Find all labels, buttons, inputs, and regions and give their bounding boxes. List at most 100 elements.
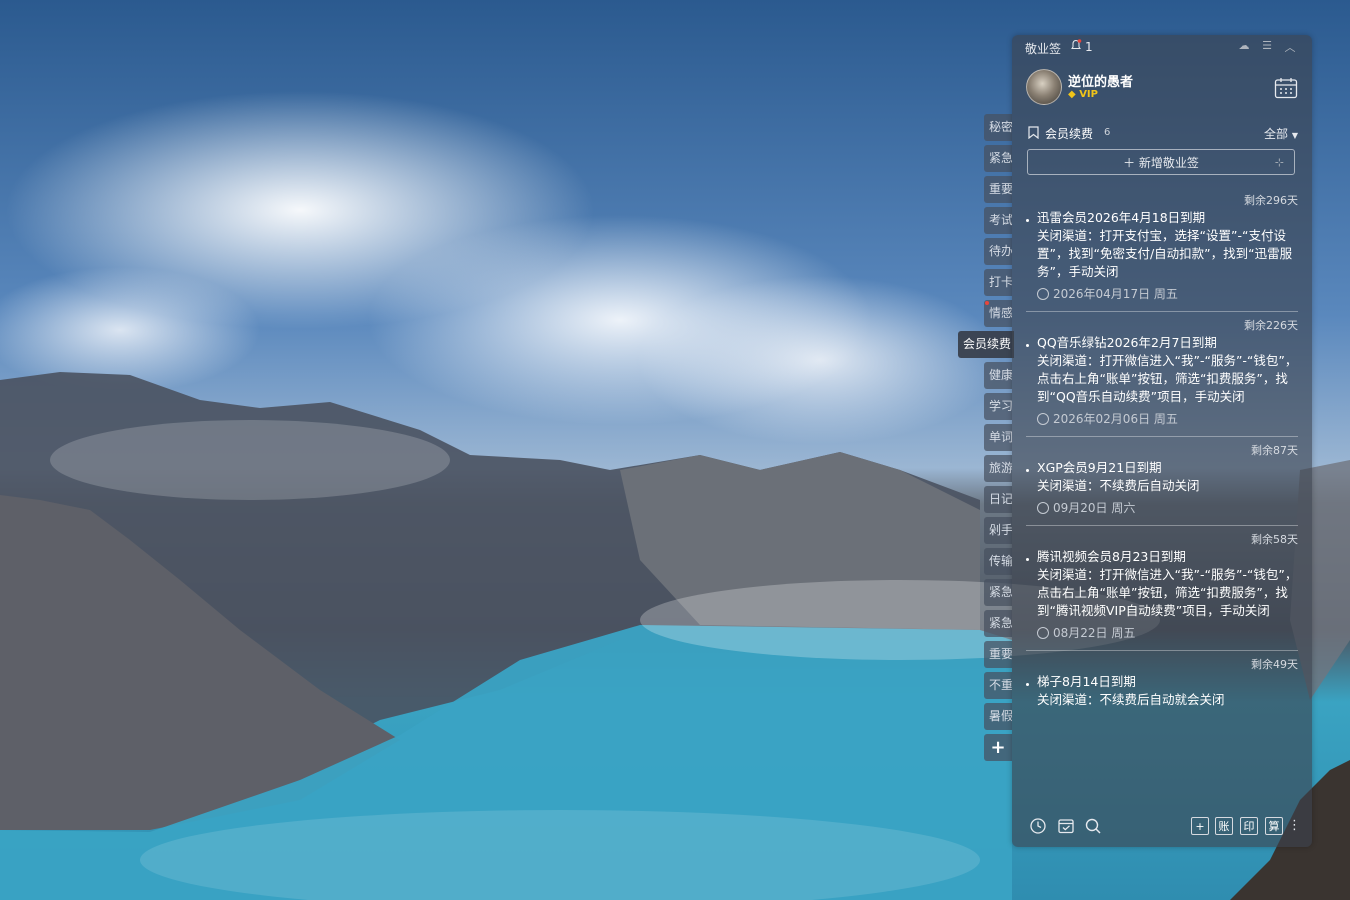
divider [1026, 525, 1298, 526]
calendar-check-icon[interactable] [1057, 817, 1075, 835]
bullet [1026, 683, 1029, 686]
notification-count: 1 [1085, 40, 1093, 54]
sticky-note-panel: 敬业签 1 ☁ ☰ ︿ 逆位的愚者 ◆ VIP 会员续费 6 全部 ▼ ＋ 新增… [1012, 35, 1312, 847]
reminder-date[interactable]: 2026年02月06日 周五 [1026, 410, 1298, 428]
bullet [1026, 344, 1029, 347]
reminder-date[interactable]: 2026年04月17日 周五 [1026, 285, 1298, 303]
note-title: 梯子8月14日到期 [1037, 674, 1136, 689]
tab-label: 打卡 [989, 275, 1012, 289]
add-category-button[interactable]: + [984, 734, 1012, 761]
tab-category[interactable]: 不重 [984, 672, 1012, 699]
reminder-date[interactable]: 08月22日 周五 [1026, 624, 1298, 642]
note-item[interactable]: 剩余296天迅雷会员2026年4月18日到期关闭渠道：打开支付宝，选择“设置”-… [1012, 193, 1312, 312]
tab-category[interactable]: 健康 [984, 362, 1012, 389]
tab-category[interactable]: 紧急 [984, 145, 1012, 172]
pin-icon[interactable]: ⊹ [1275, 150, 1284, 176]
tab-category[interactable]: 日记 [984, 486, 1012, 513]
cloud-sync-icon[interactable]: ☁ [1236, 39, 1252, 53]
tab-category[interactable]: 待办 [984, 238, 1012, 265]
tab-category[interactable]: 情感 [984, 300, 1012, 327]
print-button[interactable]: 印 [1240, 817, 1258, 835]
divider [1026, 436, 1298, 437]
note-title: QQ音乐绿钻2026年2月7日到期 [1037, 335, 1217, 350]
divider [1026, 650, 1298, 651]
vip-badge: ◆ VIP [1068, 89, 1098, 100]
category-name: 会员续费 [1045, 127, 1094, 141]
note-body: 关闭渠道：不续费后自动就会关闭 [1037, 692, 1225, 707]
add-icon[interactable]: + [1191, 817, 1209, 835]
tab-label: 紧急 [989, 585, 1012, 599]
note-item[interactable]: 剩余87天 XGP会员9月21日到期关闭渠道：不续费后自动关闭 09月20日 周六 [1012, 443, 1312, 526]
tab-label: 重要 [989, 647, 1012, 661]
note-item[interactable]: 剩余58天腾讯视频会员8月23日到期关闭渠道：打开微信进入“我”-“服务”-“钱… [1012, 532, 1312, 651]
tab-category[interactable]: 秘密 [984, 114, 1012, 141]
tab-category[interactable]: 打卡 [984, 269, 1012, 296]
bullet [1026, 219, 1029, 222]
collapse-icon[interactable]: ︿ [1282, 39, 1298, 54]
tab-label: 考试 [989, 213, 1012, 227]
tab-category[interactable]: 暑假 [984, 703, 1012, 730]
clock-icon [1037, 413, 1049, 425]
tab-category[interactable]: 考试 [984, 207, 1012, 234]
tab-active[interactable]: 会员续费 [958, 331, 1014, 358]
note-title: XGP会员9月21日到期 [1037, 460, 1162, 475]
avatar[interactable] [1026, 69, 1062, 105]
note-title: 迅雷会员2026年4月18日到期 [1037, 210, 1206, 225]
username: 逆位的愚者 [1068, 75, 1134, 90]
tab-category[interactable]: 学习 [984, 393, 1012, 420]
search-icon[interactable] [1084, 817, 1102, 835]
clock-icon[interactable] [1029, 817, 1047, 835]
more-icon[interactable]: ⋮ [1288, 817, 1301, 835]
note-body: 关闭渠道：打开支付宝，选择“设置”-“支付设置”，找到“免密支付/自动扣款”，找… [1037, 228, 1293, 279]
remaining-days: 剩余58天 [1251, 533, 1298, 546]
tab-label: 旅游 [989, 461, 1012, 475]
tab-category[interactable]: 单词 [984, 424, 1012, 451]
title-bar[interactable]: 敬业签 1 ☁ ☰ ︿ [1012, 35, 1312, 59]
note-body: 关闭渠道：不续费后自动关闭 [1037, 478, 1200, 493]
tab-category[interactable]: 传输 [984, 548, 1012, 575]
note-title: 腾讯视频会员8月23日到期 [1037, 549, 1186, 564]
note-item[interactable]: 剩余226天 QQ音乐绿钻2026年2月7日到期关闭渠道：打开微信进入“我”-“服… [1012, 318, 1312, 437]
tab-label: 传输 [989, 554, 1012, 568]
ledger-button[interactable]: 账 [1215, 817, 1233, 835]
remaining-days: 剩余226天 [1244, 319, 1298, 332]
caret-down-icon: ▼ [1291, 131, 1298, 140]
app-name: 敬业签 [1025, 42, 1062, 56]
tab-label: 剁手 [989, 523, 1012, 537]
category-tabs: 秘密 紧急 重要 考试 待办 打卡 情感 会员续费 健康 学习 单词 旅游 日记 剁手 传输 紧急 紧急 重要 不重… [958, 114, 1014, 765]
tab-category[interactable]: 重要 [984, 176, 1012, 203]
remaining-days: 剩余87天 [1251, 444, 1298, 457]
tab-category[interactable]: 旅游 [984, 455, 1012, 482]
tab-label: 秘密 [989, 120, 1012, 134]
tab-category[interactable]: 重要 [984, 641, 1012, 668]
filter-dropdown[interactable]: 全部 ▼ [1264, 125, 1298, 142]
clock-icon [1037, 627, 1049, 639]
tab-category[interactable]: 紧急 [984, 610, 1012, 637]
menu-icon[interactable]: ☰ [1259, 39, 1275, 53]
bell-icon[interactable] [1070, 39, 1082, 51]
bookmark-icon [1028, 126, 1039, 139]
tab-label: 日记 [989, 492, 1012, 506]
calendar-icon[interactable] [1274, 77, 1298, 99]
tab-category[interactable]: 剁手 [984, 517, 1012, 544]
unread-dot [985, 301, 989, 305]
tab-label: 情感 [989, 306, 1012, 320]
note-body: 关闭渠道：打开微信进入“我”-“服务”-“钱包”，点击右上角“账单”按钮，筛选“… [1037, 567, 1298, 618]
note-list[interactable]: 剩余296天迅雷会员2026年4月18日到期关闭渠道：打开支付宝，选择“设置”-… [1012, 193, 1312, 805]
tab-label: 单词 [989, 430, 1012, 444]
tab-category[interactable]: 紧急 [984, 579, 1012, 606]
category-header: 会员续费 6 全部 ▼ [1028, 125, 1298, 143]
tab-label: 不重 [989, 678, 1012, 692]
clock-icon [1037, 288, 1049, 300]
reminder-date-text: 09月20日 周六 [1053, 501, 1136, 515]
remaining-days: 剩余296天 [1244, 194, 1298, 207]
reminder-date[interactable]: 09月20日 周六 [1026, 499, 1298, 517]
calculator-button[interactable]: 算 [1265, 817, 1283, 835]
category-count: 6 [1104, 127, 1111, 138]
remaining-days: 剩余49天 [1251, 658, 1298, 671]
note-item[interactable]: 剩余49天梯子8月14日到期关闭渠道：不续费后自动就会关闭 [1012, 657, 1312, 709]
bottom-toolbar: + 账 印 算 ⋮ [1012, 811, 1312, 841]
note-body: 关闭渠道：打开微信进入“我”-“服务”-“钱包”，点击右上角“账单”按钮，筛选“… [1037, 353, 1298, 404]
new-note-button[interactable]: ＋ 新增敬业签 ⊹ [1027, 149, 1295, 175]
reminder-date-text: 2026年02月06日 周五 [1053, 412, 1178, 426]
